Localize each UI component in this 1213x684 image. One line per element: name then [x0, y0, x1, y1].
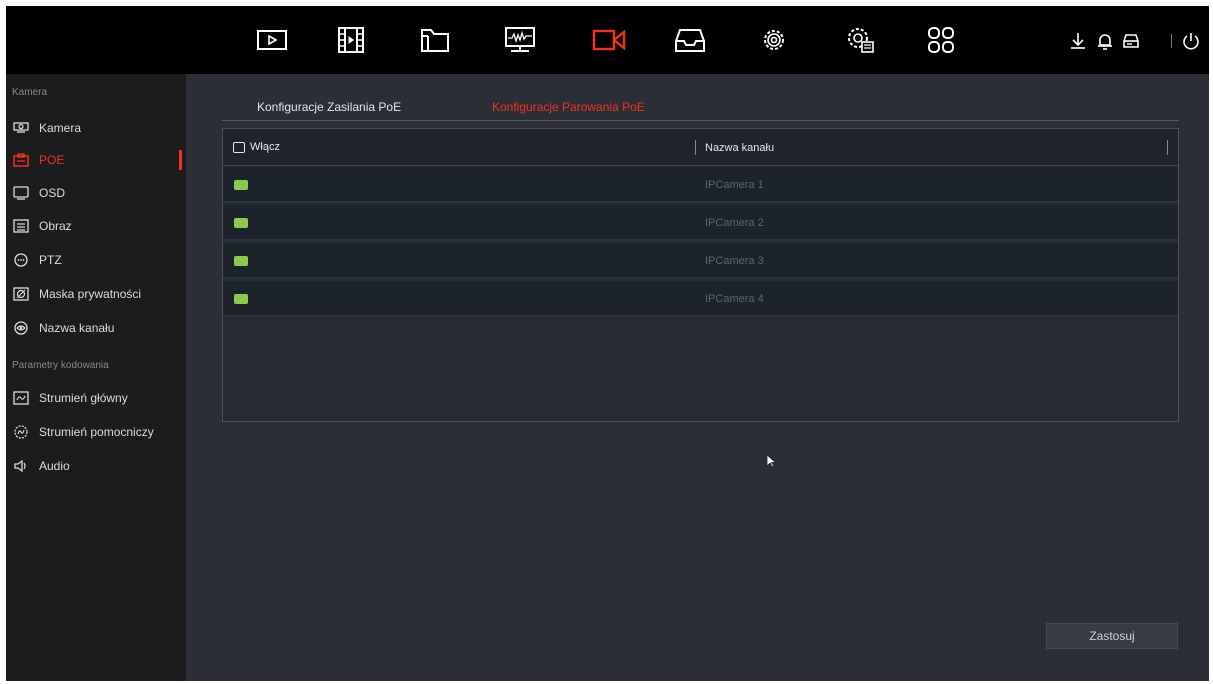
- app-frame: Kamera Kamera POE OSD Obraz PTZ Maska pr…: [6, 6, 1209, 681]
- sidebar-item-camera[interactable]: Kamera: [6, 115, 186, 141]
- sidebar-item-label: Audio: [39, 459, 70, 473]
- poe-icon: [12, 152, 30, 168]
- column-divider: [695, 140, 696, 155]
- storage-icon[interactable]: [670, 22, 710, 58]
- file-folder-icon[interactable]: [415, 22, 455, 58]
- camera-list-icon: [12, 120, 30, 136]
- channel-name-cell: IPCamera 2: [705, 217, 764, 229]
- sidebar-item-label: Maska prywatności: [39, 287, 142, 301]
- enable-toggle[interactable]: [234, 294, 248, 304]
- sidebar-item-channel-name[interactable]: Nazwa kanału: [6, 315, 186, 341]
- table-row[interactable]: IPCamera 4: [223, 281, 1178, 317]
- sidebar-item-ptz[interactable]: PTZ: [6, 247, 186, 273]
- tab-poe-pairing-config[interactable]: Konfiguracje Parowania PoE: [492, 100, 645, 114]
- settings-icon[interactable]: [754, 22, 794, 58]
- channel-name-cell: IPCamera 4: [705, 293, 764, 305]
- playback-icon[interactable]: [252, 22, 292, 58]
- enable-toggle[interactable]: [234, 180, 248, 190]
- sidebar-item-label: Strumień główny: [39, 391, 128, 405]
- column-header-enable: Włącz: [250, 141, 280, 153]
- channel-name-cell: IPCamera 1: [705, 179, 764, 191]
- video-clip-icon[interactable]: [331, 22, 371, 58]
- pairing-table: Włącz Nazwa kanału IPCamera 1 IPCamera 2…: [222, 128, 1179, 422]
- sidebar-item-label: Kamera: [39, 121, 82, 135]
- privacy-mask-icon: [12, 286, 30, 302]
- table-row[interactable]: IPCamera 3: [223, 243, 1178, 279]
- advanced-settings-icon[interactable]: [840, 22, 880, 58]
- mouse-cursor-icon: [766, 454, 777, 468]
- image-icon: [12, 218, 30, 234]
- sidebar-item-label: Obraz: [39, 219, 72, 233]
- sidebar-item-label: OSD: [39, 186, 66, 200]
- power-icon[interactable]: [1181, 31, 1201, 51]
- apps-grid-icon[interactable]: [921, 22, 961, 58]
- audio-icon: [12, 458, 30, 474]
- sidebar-section-encoding: Parametry kodowania: [12, 360, 109, 371]
- sidebar-item-label: PTZ: [39, 253, 62, 267]
- monitor-icon[interactable]: [500, 22, 540, 58]
- sidebar-item-image[interactable]: Obraz: [6, 213, 186, 239]
- sidebar-item-poe[interactable]: POE: [6, 147, 186, 173]
- column-header-channel-name: Nazwa kanału: [705, 142, 775, 154]
- active-marker: [179, 150, 182, 170]
- toolbar-separator: [1171, 34, 1172, 48]
- camera-icon[interactable]: [589, 22, 629, 58]
- sidebar-item-label: Nazwa kanału: [39, 321, 115, 335]
- tabs-underline: [222, 120, 1179, 121]
- sub-stream-icon: [12, 424, 30, 440]
- enable-toggle[interactable]: [234, 218, 248, 228]
- channel-name-cell: IPCamera 3: [705, 255, 764, 267]
- sidebar-item-label: Strumień pomocniczy: [39, 425, 154, 439]
- sidebar-item-sub-stream[interactable]: Strumień pomocniczy: [6, 419, 186, 445]
- sidebar: Kamera Kamera POE OSD Obraz PTZ Maska pr…: [6, 74, 186, 681]
- hdd-icon[interactable]: [1121, 31, 1141, 51]
- sidebar-section-camera: Kamera: [12, 87, 48, 98]
- tab-poe-power-config[interactable]: Konfiguracje Zasilania PoE: [257, 100, 401, 114]
- table-row[interactable]: IPCamera 1: [223, 167, 1178, 203]
- table-header: Włącz Nazwa kanału: [223, 129, 1178, 166]
- select-all-checkbox[interactable]: [233, 142, 245, 153]
- table-row[interactable]: IPCamera 2: [223, 205, 1178, 241]
- ptz-icon: [12, 252, 30, 268]
- sidebar-item-osd[interactable]: OSD: [6, 180, 186, 206]
- top-navigation-bar: [6, 6, 1209, 74]
- sidebar-item-audio[interactable]: Audio: [6, 453, 186, 479]
- bell-icon[interactable]: [1095, 31, 1115, 51]
- osd-icon: [12, 185, 30, 201]
- column-divider: [1167, 140, 1168, 155]
- sidebar-item-main-stream[interactable]: Strumień główny: [6, 385, 186, 411]
- sidebar-item-privacy-mask[interactable]: Maska prywatności: [6, 281, 186, 307]
- download-icon[interactable]: [1068, 31, 1088, 51]
- apply-button[interactable]: Zastosuj: [1046, 623, 1178, 649]
- sidebar-item-label: POE: [39, 153, 65, 167]
- enable-toggle[interactable]: [234, 256, 248, 266]
- channel-name-icon: [12, 320, 30, 336]
- main-stream-icon: [12, 390, 30, 406]
